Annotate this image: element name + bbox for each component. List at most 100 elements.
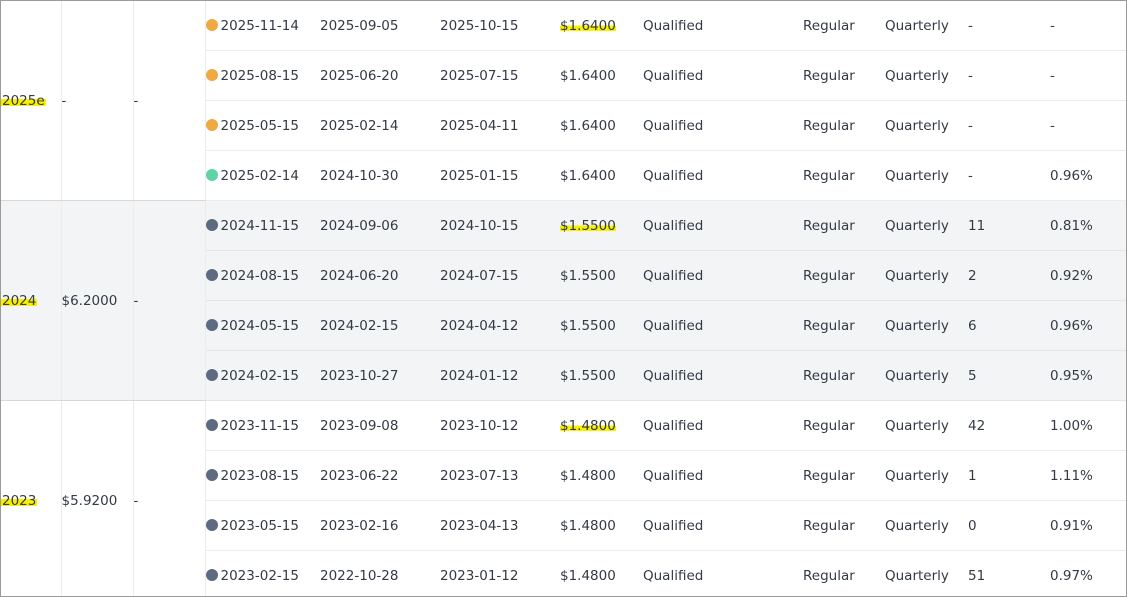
amount-cell: $1.6400: [560, 150, 643, 201]
type-cell: Regular: [803, 50, 885, 101]
days-value: -: [968, 117, 973, 134]
yield-value: -: [1050, 117, 1055, 134]
days-cell: -: [968, 1, 1050, 51]
yield-value: 1.11%: [1050, 467, 1093, 484]
frequency-value: Quarterly: [885, 267, 949, 284]
days-value: -: [968, 67, 973, 84]
declare-date-cell: 2023-02-16: [320, 500, 440, 551]
declare-date-value: 2025-09-05: [320, 17, 399, 34]
status-dot-icon: [205, 268, 218, 281]
yield-value: -: [1050, 67, 1055, 84]
amount-value: $1.4800: [560, 467, 616, 484]
ex-date-cell: 2024-04-12: [440, 300, 560, 351]
frequency-cell: Quarterly: [885, 250, 968, 301]
ex-date-cell: 2025-01-15: [440, 150, 560, 201]
ex-date-value: 2025-01-15: [440, 167, 519, 184]
days-cell: 5: [968, 350, 1050, 401]
dividend-row[interactable]: 2024 $6.2000- 2024-11-15 2024-09-06 2024-10-…: [1, 200, 1126, 401]
annual-growth-value: -: [133, 92, 139, 109]
type-value: Regular: [803, 567, 855, 584]
type-cell: Regular: [803, 1, 885, 51]
days-cell: -: [968, 150, 1050, 201]
qualified-cell: Qualified: [643, 350, 803, 401]
pay-date-value: 2024-11-15: [220, 217, 299, 234]
frequency-value: Quarterly: [885, 167, 949, 184]
declare-date-cell: 2025-09-05: [320, 1, 440, 51]
pay-date-cell: 2024-05-15: [205, 300, 320, 351]
annual-growth-value: -: [133, 492, 139, 509]
annual-total-cell: $5.9200: [61, 400, 134, 596]
ex-date-value: 2023-04-13: [440, 517, 519, 534]
ex-date-cell: 2025-10-15: [440, 1, 560, 51]
type-value: Regular: [803, 17, 855, 34]
frequency-value: Quarterly: [885, 567, 949, 584]
yield-cell: -: [1050, 100, 1126, 151]
frequency-value: Quarterly: [885, 467, 949, 484]
declare-date-cell: 2023-09-08: [320, 400, 440, 451]
declare-date-cell: 2023-06-22: [320, 450, 440, 501]
frequency-cell: Quarterly: [885, 200, 968, 251]
qualified-value: Qualified: [643, 467, 704, 484]
status-dot-icon: [205, 118, 218, 131]
days-value: 2: [968, 267, 977, 284]
pay-date-cell: 2023-02-15: [205, 550, 320, 596]
amount-cell: $1.5500: [560, 300, 643, 351]
ex-date-value: 2025-10-15: [440, 17, 519, 34]
pay-date-cell: 2024-02-15: [205, 350, 320, 401]
declare-date-cell: 2024-06-20: [320, 250, 440, 301]
status-dot-icon: [205, 218, 218, 231]
pay-date-cell: 2024-11-15: [205, 200, 320, 251]
qualified-cell: Qualified: [643, 450, 803, 501]
pay-date-cell: 2025-05-15: [205, 100, 320, 151]
yield-value: 0.96%: [1050, 167, 1093, 184]
frequency-value: Quarterly: [885, 67, 949, 84]
qualified-value: Qualified: [643, 567, 704, 584]
status-dot-icon: [205, 68, 218, 81]
qualified-cell: Qualified: [643, 100, 803, 151]
ex-date-value: 2023-01-12: [440, 567, 519, 584]
annual-growth-cell: -: [133, 200, 206, 401]
year-label: 2024: [1, 292, 38, 309]
qualified-cell: Qualified: [643, 1, 803, 51]
declare-date-value: 2025-02-14: [320, 117, 399, 134]
dividend-row[interactable]: 2023 $5.9200- 2023-11-15 2023-09-08 2023-10-…: [1, 400, 1126, 596]
frequency-cell: Quarterly: [885, 400, 968, 451]
amount-value: $1.4800: [560, 417, 616, 434]
qualified-cell: Qualified: [643, 200, 803, 251]
days-cell: 42: [968, 400, 1050, 451]
pay-date-cell: 2025-08-15: [205, 50, 320, 101]
year-label: 2025e: [1, 92, 46, 109]
type-cell: Regular: [803, 150, 885, 201]
ex-date-cell: 2023-04-13: [440, 500, 560, 551]
amount-cell: $1.4800: [560, 550, 643, 596]
frequency-value: Quarterly: [885, 217, 949, 234]
pay-date-value: 2025-08-15: [220, 67, 299, 84]
days-value: 1: [968, 467, 977, 484]
status-dot-icon: [205, 368, 218, 381]
type-value: Regular: [803, 217, 855, 234]
yield-cell: 0.96%: [1050, 150, 1126, 201]
yield-value: 0.81%: [1050, 217, 1093, 234]
ex-date-cell: 2024-01-12: [440, 350, 560, 401]
amount-value: $1.4800: [560, 517, 616, 534]
ex-date-cell: 2024-07-15: [440, 250, 560, 301]
amount-value: $1.5500: [560, 367, 616, 384]
group-2023: 2023 $5.9200- 2023-11-15 2023-09-08 2023-10-…: [1, 400, 1126, 596]
declare-date-cell: 2023-10-27: [320, 350, 440, 401]
amount-cell: $1.5500: [560, 200, 643, 251]
frequency-cell: Quarterly: [885, 150, 968, 201]
frequency-value: Quarterly: [885, 17, 949, 34]
qualified-cell: Qualified: [643, 150, 803, 201]
days-cell: 11: [968, 200, 1050, 251]
amount-value: $1.6400: [560, 67, 616, 84]
yield-value: 0.95%: [1050, 367, 1093, 384]
days-value: 51: [968, 567, 986, 584]
type-cell: Regular: [803, 300, 885, 351]
yield-cell: -: [1050, 50, 1126, 101]
type-value: Regular: [803, 517, 855, 534]
dividend-row[interactable]: 2025e - -2025-11-14 2025-09-05 2025-10-15 $1.…: [1, 1, 1126, 201]
type-cell: Regular: [803, 250, 885, 301]
days-value: -: [968, 167, 973, 184]
amount-value: $1.5500: [560, 267, 616, 284]
dividend-history-table-frame: 2025e - -2025-11-14 2025-09-05 2025-10-15 $1.…: [0, 0, 1127, 597]
